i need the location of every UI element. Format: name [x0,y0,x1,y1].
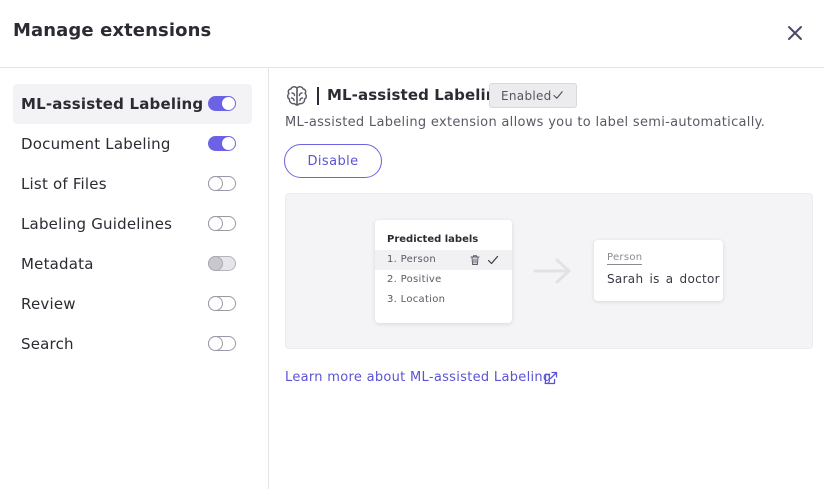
sidebar-item-label: Search [21,335,74,353]
extension-preview: Predicted labels 1. Person 2. Positive 3… [285,193,813,349]
sidebar-item-labeling-guidelines[interactable]: Labeling Guidelines [13,204,252,244]
toggle-knob [222,137,235,150]
modal-title: Manage extensions [13,20,212,41]
toggle-knob [208,216,223,231]
toggle-list-of-files[interactable] [208,176,236,191]
toggle-ml-assisted-labeling[interactable] [208,96,236,111]
extensions-sidebar: ML-assisted Labeling Document Labeling L… [0,68,269,489]
labeled-result-card: Person Sarah is a doctor [594,240,723,301]
sidebar-item-label: ML-assisted Labeling [21,95,204,113]
prediction-label: 2. Positive [387,274,442,285]
sidebar-item-label: Document Labeling [21,135,171,153]
prediction-item: 3. Location [375,290,512,310]
check-icon [487,255,499,265]
status-badge-label: Enabled [501,89,552,103]
toggle-search[interactable] [208,336,236,351]
brain-icon [287,86,307,106]
toggle-review[interactable] [208,296,236,311]
check-icon [553,91,563,99]
extension-description: ML-assisted Labeling extension allows yo… [285,115,766,130]
toggle-knob [208,296,223,311]
trash-icon [470,255,480,265]
learn-more-link[interactable]: Learn more about ML-assisted Labeling [285,370,552,385]
toggle-knob [208,256,223,271]
extension-title: ML-assisted Labeling [327,86,508,104]
sidebar-item-list-of-files[interactable]: List of Files [13,164,252,204]
status-badge: Enabled [489,83,577,108]
toggle-knob [222,97,235,110]
sidebar-item-label: List of Files [21,175,107,193]
toggle-labeling-guidelines[interactable] [208,216,236,231]
close-icon[interactable] [784,22,806,44]
sidebar-item-search[interactable]: Search [13,324,252,364]
sidebar-item-metadata[interactable]: Metadata [13,244,252,284]
predicted-labels-title: Predicted labels [387,234,479,245]
predicted-labels-card: Predicted labels 1. Person 2. Positive 3… [375,220,512,323]
title-separator [317,87,319,105]
sidebar-item-label: Metadata [21,255,94,273]
prediction-item: 2. Positive [375,270,512,290]
toggle-knob [208,176,223,191]
sidebar-item-ml-assisted-labeling[interactable]: ML-assisted Labeling [13,84,252,124]
toggle-document-labeling[interactable] [208,136,236,151]
disable-button[interactable]: Disable [284,144,382,178]
result-text: Sarah is a doctor [607,272,720,286]
result-entity-label: Person [607,252,643,265]
sidebar-item-review[interactable]: Review [13,284,252,324]
prediction-item: 1. Person [375,250,512,270]
modal-header: Manage extensions [0,0,824,68]
toggle-metadata[interactable] [208,256,236,271]
sidebar-item-label: Labeling Guidelines [21,215,173,233]
external-link-icon[interactable] [544,371,558,385]
toggle-knob [208,336,223,351]
prediction-label: 3. Location [387,294,446,305]
sidebar-item-label: Review [21,295,76,313]
sidebar-item-document-labeling[interactable]: Document Labeling [13,124,252,164]
prediction-label: 1. Person [387,254,437,265]
arrow-right-icon [533,258,571,284]
extension-detail: ML-assisted Labeling Enabled ML-assisted… [270,68,824,489]
